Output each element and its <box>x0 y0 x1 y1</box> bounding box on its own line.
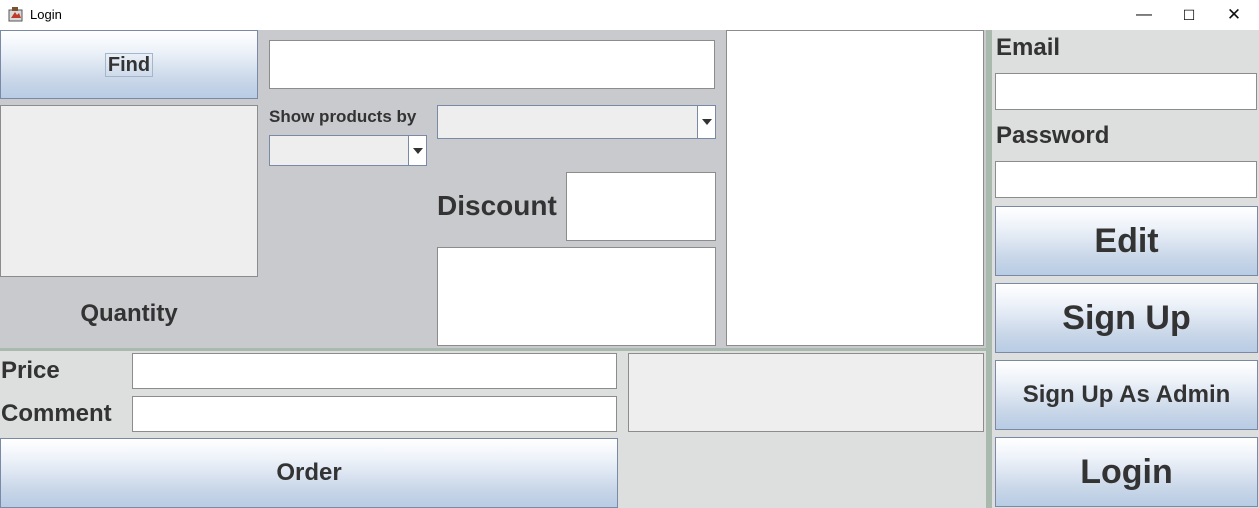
sort-dropdown[interactable] <box>437 105 716 139</box>
sign-up-as-admin-button[interactable]: Sign Up As Admin <box>995 360 1258 430</box>
email-label: Email <box>996 34 1061 61</box>
products-list[interactable] <box>726 30 984 346</box>
quantity-label: Quantity <box>80 300 178 327</box>
comment-label: Comment <box>1 400 112 427</box>
show-products-by-label: Show products by <box>269 107 417 126</box>
product-image <box>0 105 258 277</box>
show-by-dropdown[interactable] <box>269 135 427 166</box>
sign-up-button-label: Sign Up <box>1062 298 1191 337</box>
description-area[interactable] <box>437 247 716 346</box>
discount-label: Discount <box>437 190 557 221</box>
chevron-down-icon[interactable] <box>408 136 426 165</box>
order-status-area <box>628 353 984 432</box>
java-app-icon <box>8 7 23 22</box>
find-button-label: Find <box>104 52 154 77</box>
password-label: Password <box>996 122 1110 149</box>
password-field[interactable] <box>995 161 1257 198</box>
edit-button[interactable]: Edit <box>995 206 1258 276</box>
order-button[interactable]: Order <box>0 438 618 508</box>
discount-field[interactable] <box>566 172 716 241</box>
close-icon[interactable]: ✕ <box>1211 0 1257 30</box>
title-bar: Login — ☐ ✕ <box>0 0 1259 30</box>
order-button-label: Order <box>276 459 342 486</box>
minimize-icon[interactable]: — <box>1121 0 1167 30</box>
edit-button-label: Edit <box>1094 221 1159 260</box>
email-field[interactable] <box>995 73 1257 110</box>
chevron-down-icon[interactable] <box>697 106 715 138</box>
price-field[interactable] <box>132 353 617 389</box>
price-label: Price <box>1 357 60 384</box>
sign-up-button[interactable]: Sign Up <box>995 283 1258 353</box>
search-input[interactable] <box>269 40 715 89</box>
comment-field[interactable] <box>132 396 617 432</box>
find-button[interactable]: Find <box>0 30 258 99</box>
sign-up-as-admin-button-label: Sign Up As Admin <box>1022 381 1231 408</box>
maximize-icon[interactable]: ☐ <box>1166 0 1212 30</box>
login-button[interactable]: Login <box>995 437 1258 507</box>
login-button-label: Login <box>1080 452 1173 491</box>
window-title: Login <box>30 7 62 22</box>
